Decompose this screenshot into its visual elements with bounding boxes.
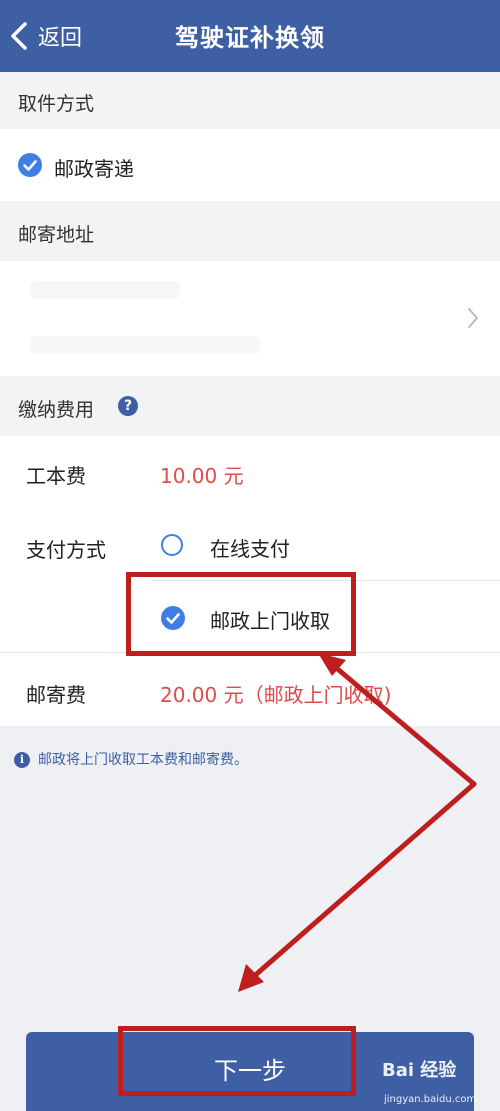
divider [152,580,500,581]
payment-label: 支付方式 [26,538,106,562]
cost-value: 10.00 元 [160,464,244,488]
pickup-option-label: 邮政寄递 [54,157,134,181]
address-row[interactable] [0,261,500,376]
fees-section-header: 缴纳费用 [0,376,500,436]
chevron-right-icon [468,308,478,328]
cost-label: 工本费 [26,464,86,488]
pickup-option-postal[interactable]: 邮政寄递 [0,129,500,201]
pickup-section-header: 取件方式 [0,72,500,129]
info-icon: i [14,752,30,768]
info-note: 邮政将上门收取工本费和邮寄费。 [38,752,248,768]
baidu-watermark-domain: jingyan.baidu.com [384,1094,477,1105]
help-icon[interactable]: ? [118,396,138,416]
address-section-header: 邮寄地址 [0,201,500,261]
baidu-watermark: Bai 经验 [382,1060,457,1081]
checked-circle-icon [18,153,42,177]
payment-online-label: 在线支付 [210,537,290,561]
address-header-label: 邮寄地址 [18,224,95,246]
radio-unchecked-icon [161,534,183,556]
checked-circle-icon [161,606,185,630]
payment-postal-label: 邮政上门收取 [210,609,330,633]
postage-value: 20.00 元（邮政上门收取) [160,683,392,707]
annotation-arrow-line [249,781,477,981]
redacted-address-line [30,336,260,354]
fees-header-label: 缴纳费用 [18,399,95,421]
postage-label: 邮寄费 [26,683,86,707]
redacted-address-line [30,281,180,299]
pickup-header-label: 取件方式 [18,93,95,115]
annotation-arrowhead-icon [238,964,264,992]
nav-bar: 返回 驾驶证补换领 [0,0,500,72]
page-title: 驾驶证补换领 [175,24,325,52]
divider [0,652,500,653]
